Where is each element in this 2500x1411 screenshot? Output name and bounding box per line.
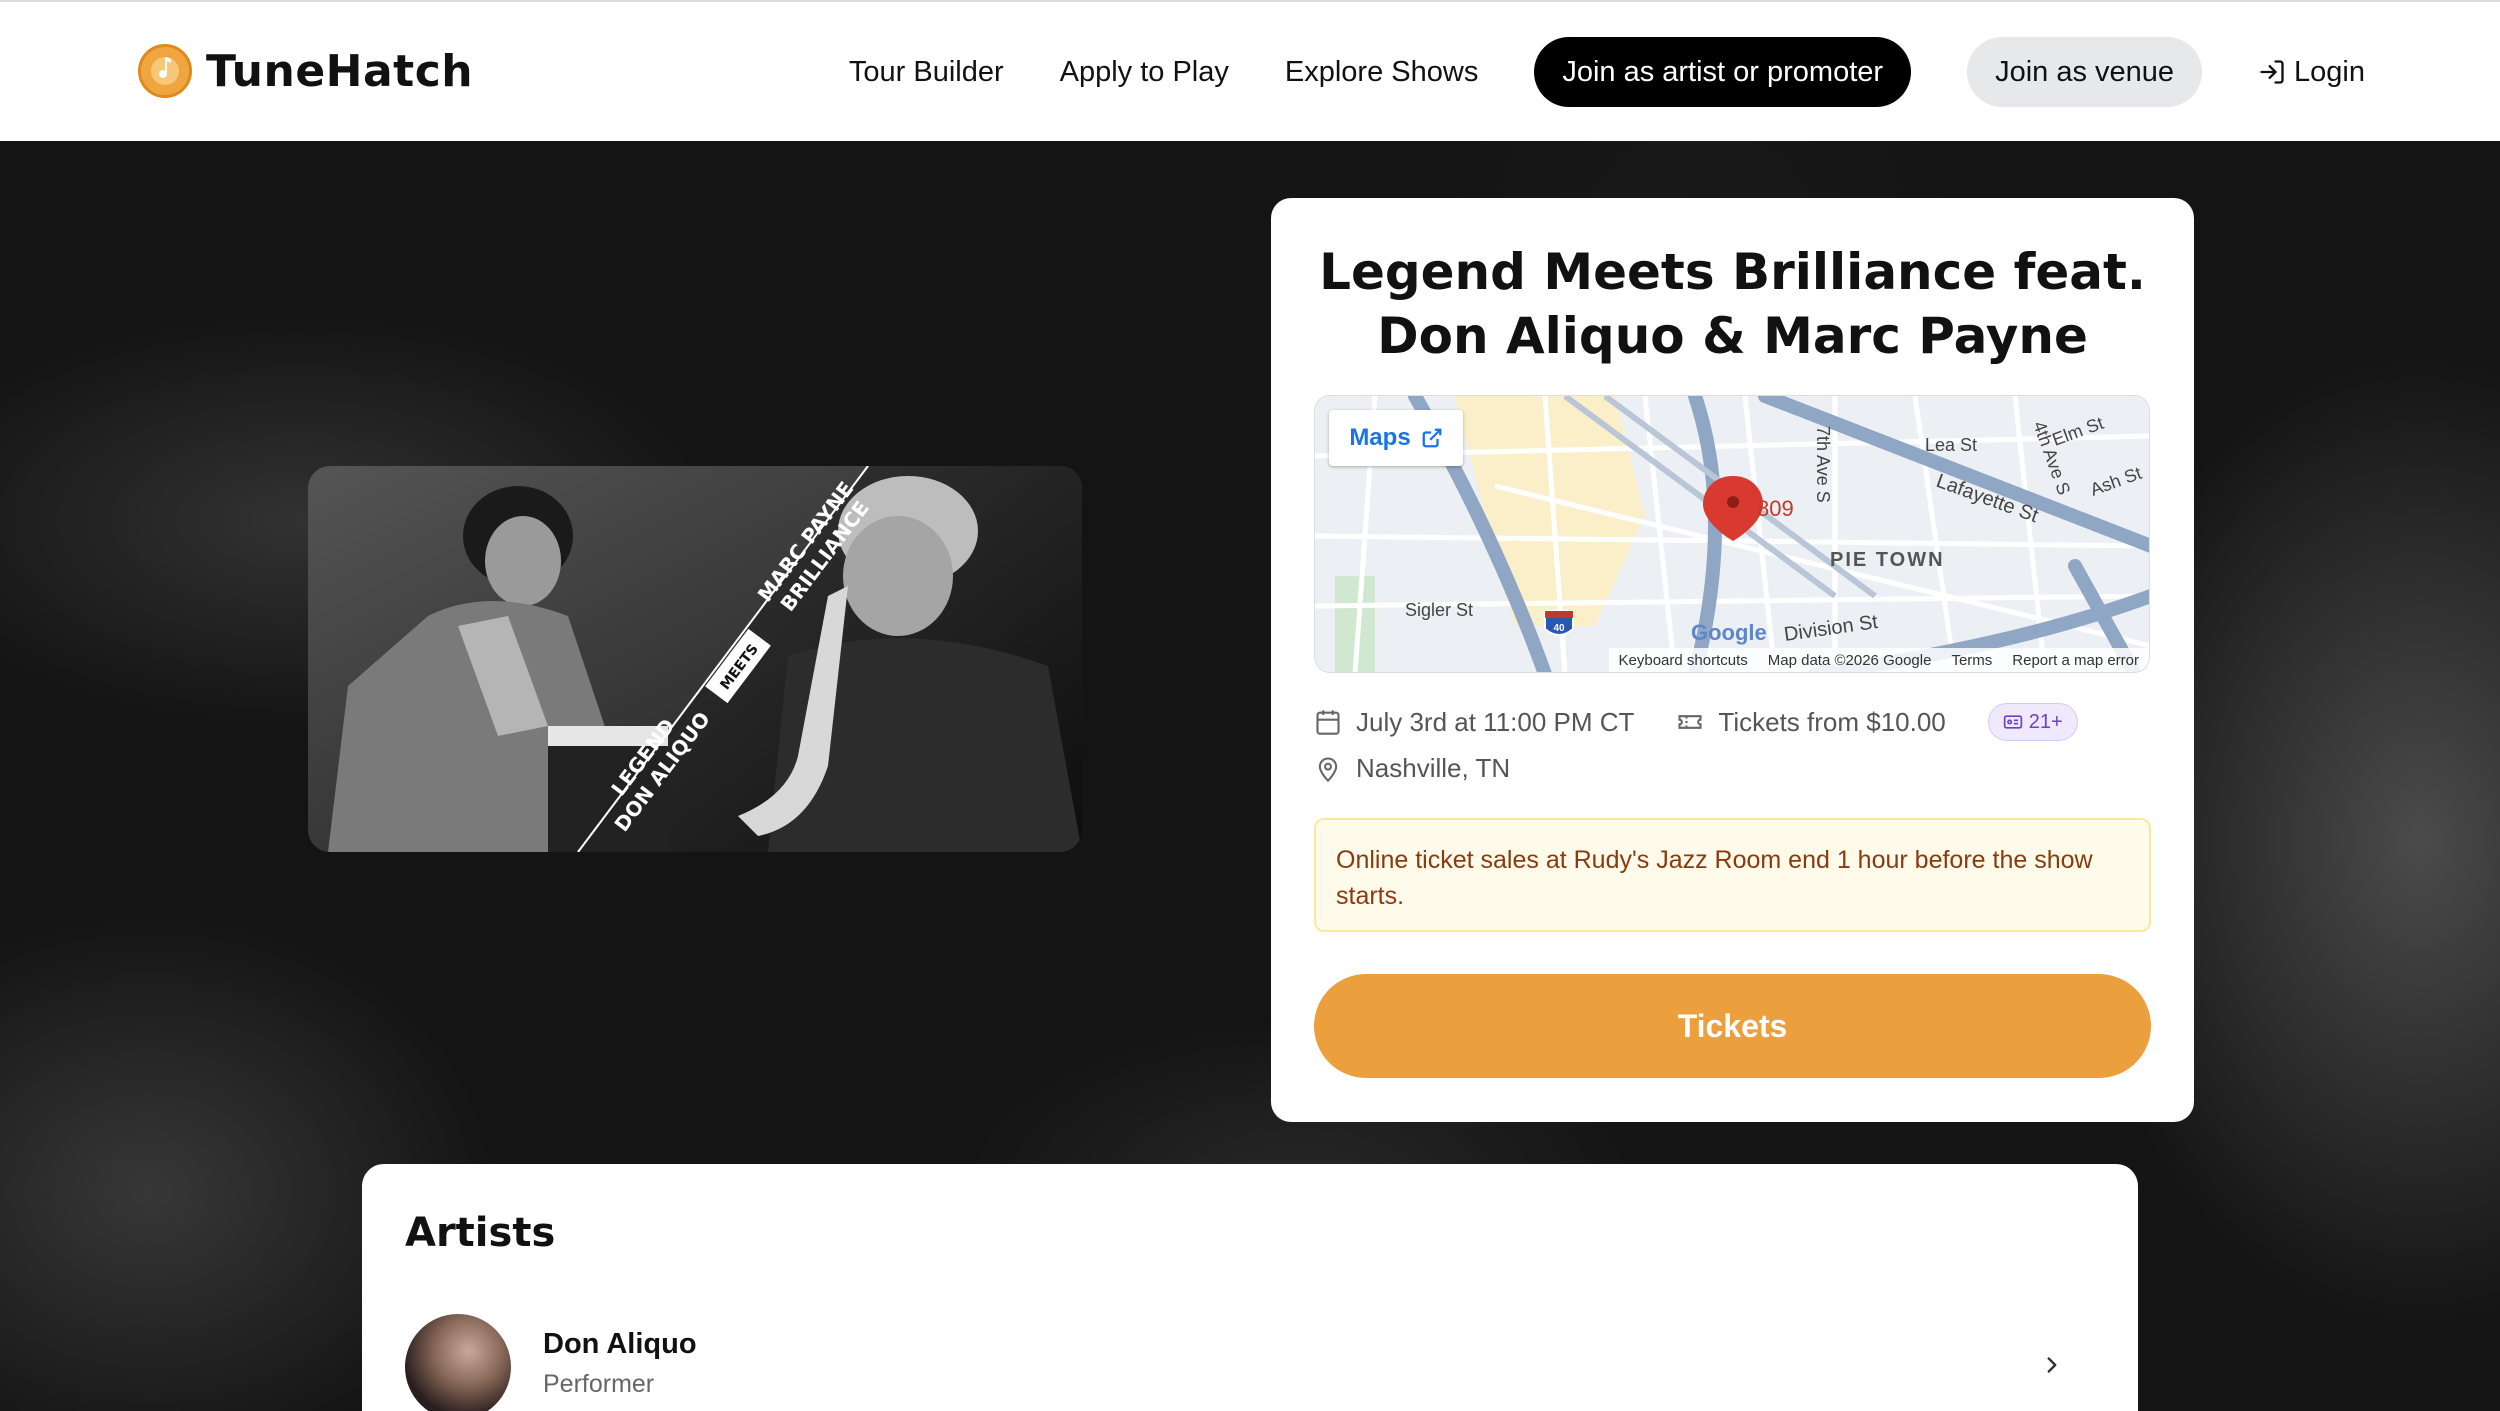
venue-map[interactable]: 40 Lea St Elm St 4th Ave S Lafayette St … xyxy=(1314,395,2150,673)
external-link-icon xyxy=(1422,428,1442,448)
nav-tour-builder[interactable]: Tour Builder xyxy=(849,56,1004,89)
brand-logo[interactable]: TuneHatch xyxy=(138,44,473,98)
map-pin-label: 809 xyxy=(1757,496,1794,521)
map-label-pie-town: PIE TOWN xyxy=(1830,549,1945,571)
artists-section: Artists Don Aliquo Performer xyxy=(362,1164,2138,1411)
map-terms-link[interactable]: Terms xyxy=(1951,652,1992,669)
artist-avatar xyxy=(405,1314,511,1411)
event-title: Legend Meets Brilliance feat. Don Aliquo… xyxy=(1311,240,2154,368)
map-interstate-shield: 40 xyxy=(1553,623,1565,634)
age-restriction-badge: 21+ xyxy=(1987,703,2078,741)
age-restriction-label: 21+ xyxy=(2028,710,2063,733)
event-title-line-1: Legend Meets Brilliance feat. xyxy=(1319,243,2146,301)
id-card-icon xyxy=(2003,715,2022,729)
join-artist-button[interactable]: Join as artist or promoter xyxy=(1534,37,1912,107)
tickets-button[interactable]: Tickets xyxy=(1314,974,2151,1078)
event-location-row: Nashville, TN xyxy=(1314,753,1510,784)
location-pin-icon xyxy=(1314,755,1342,783)
artist-name: Don Aliquo xyxy=(543,1328,697,1360)
main-nav: Tour Builder Apply to Play Explore Shows… xyxy=(849,36,2365,108)
event-location: Nashville, TN xyxy=(1356,753,1511,783)
ticket-sales-notice: Online ticket sales at Rudy's Jazz Room … xyxy=(1314,818,2151,932)
artist-role: Performer xyxy=(543,1370,655,1398)
maps-button-label: Maps xyxy=(1349,424,1411,451)
map-report-error-link[interactable]: Report a map error xyxy=(2012,652,2139,669)
join-venue-button[interactable]: Join as venue xyxy=(1967,37,2203,107)
event-image: MARC PAYNE BRILLIANCE MEETS LEGEND DON A… xyxy=(308,466,1082,852)
event-date: July 3rd at 11:00 PM CT xyxy=(1356,706,1635,737)
tunehatch-logo-icon xyxy=(138,44,192,98)
event-meta-row: July 3rd at 11:00 PM CT Tickets from $10… xyxy=(1314,703,2078,741)
artist-row[interactable]: Don Aliquo Performer xyxy=(405,1314,2095,1411)
event-card: Legend Meets Brilliance feat. Don Aliquo… xyxy=(1271,198,2194,1122)
open-in-maps-button[interactable]: Maps xyxy=(1329,410,1463,466)
event-title-line-2: Don Aliquo & Marc Payne xyxy=(1377,307,2088,365)
google-logo: Google xyxy=(1691,620,1767,645)
map-label-7th-ave: 7th Ave S xyxy=(1813,426,1833,503)
ticket-icon xyxy=(1676,708,1704,736)
brand-name: TuneHatch xyxy=(206,45,474,97)
map-keyboard-shortcuts[interactable]: Keyboard shortcuts xyxy=(1619,652,1748,669)
top-navigation-bar: TuneHatch Tour Builder Apply to Play Exp… xyxy=(0,0,2500,141)
login-label: Login xyxy=(2294,55,2365,88)
map-label-lea-st: Lea St xyxy=(1925,435,1977,455)
artists-heading: Artists xyxy=(405,1210,556,1256)
calendar-icon xyxy=(1314,708,1342,736)
login-icon xyxy=(2260,60,2284,84)
map-data-credit: Map data ©2026 Google xyxy=(1767,651,1932,669)
nav-explore-shows[interactable]: Explore Shows xyxy=(1285,56,1478,89)
ticket-price: Tickets from $10.00 xyxy=(1718,706,1946,737)
login-button[interactable]: Login xyxy=(2258,56,2365,89)
nav-apply-to-play[interactable]: Apply to Play xyxy=(1060,56,1229,89)
map-label-sigler-st: Sigler St xyxy=(1405,600,1473,620)
map-attribution: Keyboard shortcuts Map data ©2026 Google… xyxy=(1608,648,2149,672)
chevron-right-icon xyxy=(2047,1357,2057,1373)
